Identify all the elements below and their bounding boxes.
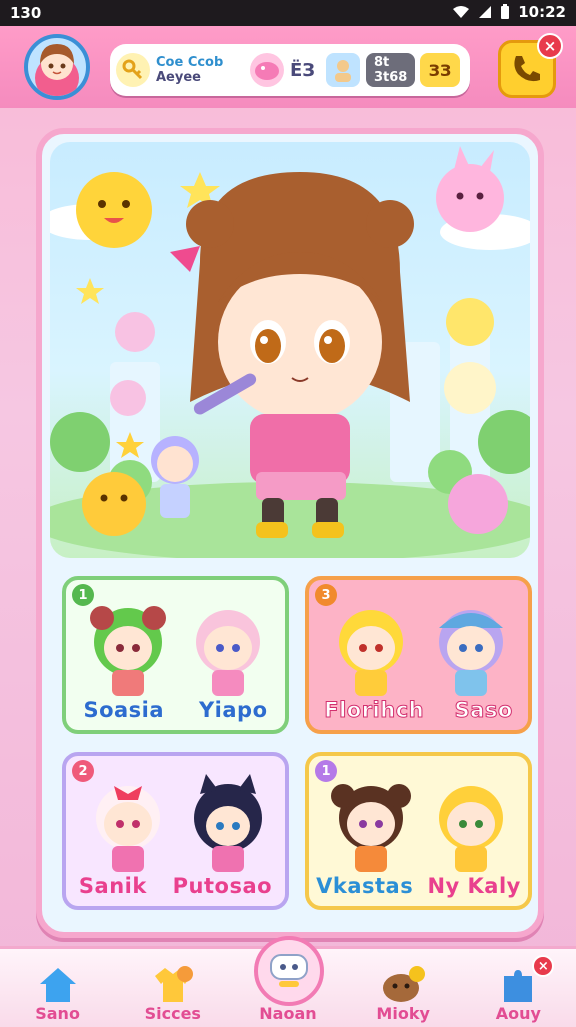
nav-clothes[interactable]: Sicces [123, 953, 223, 1027]
gem-icon [250, 53, 284, 87]
character-name: Ny Kaly [427, 874, 521, 898]
coin-slot[interactable]: ЗЗ [420, 50, 460, 90]
coin-count: ЗЗ [428, 60, 452, 80]
home-icon [39, 968, 76, 1002]
pet-icon [383, 966, 426, 1002]
nav-profile-label: Aouy [495, 1004, 541, 1023]
nav-center-label: Naoan [259, 1004, 317, 1023]
stat-line-1: 8t [374, 55, 390, 70]
character-name: Sanik [78, 874, 147, 898]
stat-slot[interactable]: 8t 3t68 [326, 50, 416, 90]
key-icon [116, 53, 150, 87]
resource-pill: Coe Ccob Aeyee ЁЗ 8t 3t68 ЗЗ [110, 44, 470, 96]
gem-count: ЁЗ [290, 59, 316, 81]
nav-profile[interactable]: × Aouy [468, 953, 568, 1027]
character-name: Yiapo [198, 698, 268, 722]
coin-icon: ЗЗ [420, 53, 460, 87]
character-card-1[interactable]: 1 Soasia Yiapo [62, 576, 289, 734]
nav-home[interactable]: Sano [8, 953, 108, 1027]
close-badge-icon[interactable]: × [532, 955, 555, 977]
profile-subtitle: Aeyee [156, 70, 201, 85]
status-left-time: 130 [10, 4, 42, 22]
person-card-icon [326, 53, 360, 87]
call-button[interactable]: × [498, 33, 563, 98]
profile-slot[interactable]: Coe Ccob Aeyee [116, 50, 223, 90]
puzzle-icon [504, 970, 533, 1002]
status-right-time: 10:22 [518, 3, 566, 21]
character-card-4[interactable]: 1 Vkastas Ny Kaly [305, 752, 532, 910]
wifi-icon [453, 6, 470, 18]
character-pair-illustration [90, 606, 260, 696]
close-badge-icon[interactable]: × [537, 33, 563, 59]
profile-name: Coe Ccob [156, 55, 224, 70]
status-icons: 10:22 [452, 3, 566, 21]
character-pair-illustration [339, 610, 503, 696]
signal-icon [479, 6, 492, 18]
player-avatar[interactable] [24, 34, 90, 100]
nav-home-label: Sano [35, 1004, 80, 1023]
main-panel: 1 Soasia Yiapo 3 Florihch Saso 2 Sanik P… [36, 128, 544, 938]
girl-avatar-icon [35, 44, 79, 96]
character-card-2[interactable]: 3 Florihch Saso [305, 576, 532, 734]
gem-slot[interactable]: ЁЗ [250, 50, 315, 90]
battery-icon [501, 4, 510, 19]
nav-pets[interactable]: Mioky [353, 953, 453, 1027]
status-bar: 130 10:22 [0, 0, 576, 26]
character-card-3[interactable]: 2 Sanik Putosao [62, 752, 289, 910]
character-name: Vkastas [316, 874, 414, 898]
character-name: Saso [454, 698, 513, 723]
nav-center-button[interactable] [254, 936, 324, 1006]
phone-icon [514, 56, 540, 82]
character-pair-illustration [96, 774, 262, 872]
character-pair-illustration [331, 784, 503, 872]
stat-line-2: 3t68 [374, 70, 408, 85]
character-name: Putosao [172, 874, 273, 898]
hero-scene [50, 142, 530, 558]
character-grid: 1 Soasia Yiapo 3 Florihch Saso 2 Sanik P… [62, 576, 532, 910]
nav-clothes-label: Sicces [144, 1004, 201, 1023]
shirt-icon [154, 966, 193, 1002]
top-bar: Coe Ccob Aeyee ЁЗ 8t 3t68 ЗЗ × [0, 26, 576, 108]
chat-bubble-icon [270, 954, 308, 987]
character-name: Soasia [83, 698, 165, 722]
nav-pets-label: Mioky [376, 1004, 430, 1023]
character-name: Florihch [324, 698, 425, 723]
hero-background-illustration [50, 146, 530, 558]
